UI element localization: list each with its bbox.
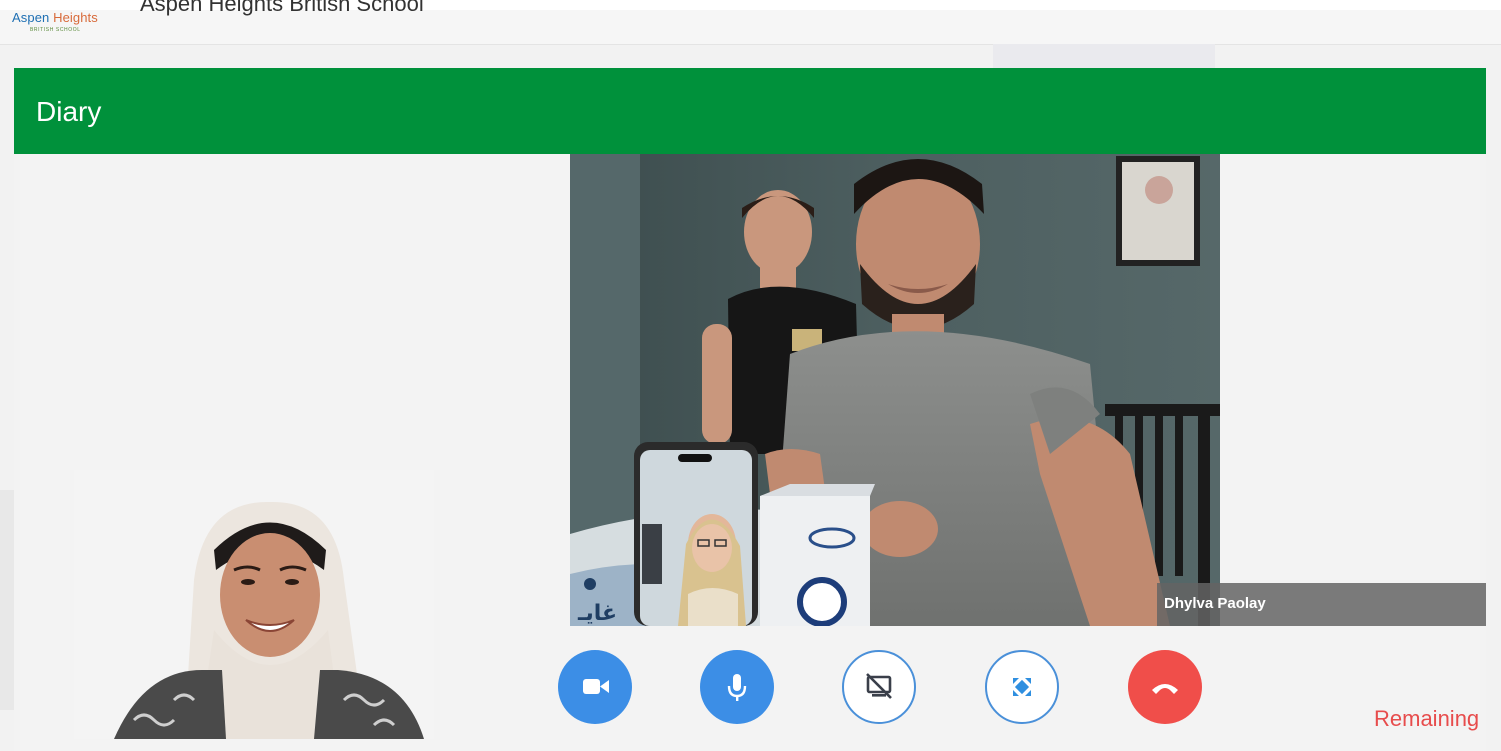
school-logo[interactable]: Aspen Heights BRITISH SCHOOL: [12, 10, 98, 33]
diary-header-bar: Diary: [14, 68, 1486, 154]
brand-name: Aspen Heights: [12, 10, 98, 25]
remote-video-feed: غايـ: [570, 154, 1220, 626]
svg-text:غايـ: غايـ: [577, 601, 617, 626]
screen-share-button[interactable]: [842, 650, 916, 724]
video-camera-icon: [583, 679, 609, 694]
brand-name-part2: Heights: [53, 10, 98, 25]
top-header: Aspen Heights BRITISH SCHOOL Aspen Heigh…: [0, 0, 1501, 45]
fullscreen-button[interactable]: [985, 650, 1059, 724]
screen-share-off-icon: [866, 673, 892, 699]
microphone-icon: [727, 674, 747, 701]
participant-name-tag: Dhylva Paolay: [1157, 583, 1486, 626]
end-call-button[interactable]: [1128, 650, 1202, 724]
phone-hangup-icon: [1152, 684, 1178, 694]
toggle-camera-button[interactable]: [558, 650, 632, 724]
remaining-time-label: Remaining: [1374, 706, 1480, 731]
brand-name-part1: Aspen: [12, 10, 50, 25]
fullscreen-icon: [1013, 678, 1031, 696]
page-title: Diary: [36, 96, 102, 127]
local-video-image: [74, 470, 434, 739]
header-shadow: [993, 44, 1215, 68]
local-video-feed: [74, 470, 434, 739]
toggle-microphone-button[interactable]: [700, 650, 774, 724]
school-name: Aspen Heights British School: [140, 0, 424, 16]
brand-subtitle: BRITISH SCHOOL: [30, 27, 81, 33]
left-gutter: [0, 490, 14, 710]
remote-participant-name: Dhylva Paolay: [1164, 595, 1266, 612]
remote-video-image: غايـ: [570, 154, 1220, 626]
